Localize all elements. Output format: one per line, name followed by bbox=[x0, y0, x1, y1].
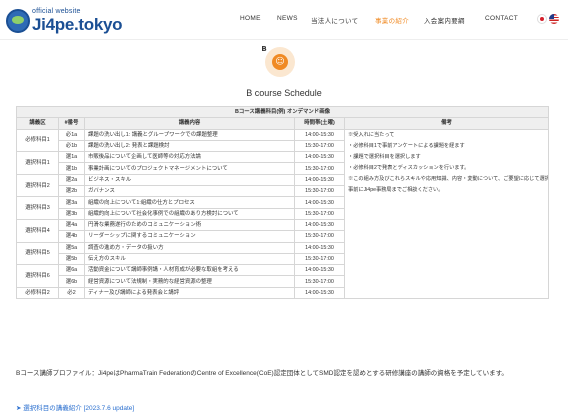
nav-membership[interactable]: 入会案内要綱 bbox=[424, 15, 465, 25]
row-number: 選1a bbox=[58, 151, 85, 164]
row-number: 選6a bbox=[58, 264, 85, 277]
table-row: 必修科目1 必1a 課題の洗い出し1: 講義とグループワークでの課題整理 14:00-… bbox=[16, 128, 550, 300]
header-content: 講義内容 bbox=[84, 117, 295, 130]
row-content: 課題の洗い出し2: 発表と課題検討 bbox=[84, 139, 295, 153]
row-group: 選択科目5 bbox=[16, 241, 59, 266]
row-group: 選択科目1 bbox=[16, 151, 59, 175]
row-time: 14:00-15:30 bbox=[294, 173, 345, 187]
update-link-label: 選択科目の講義紹介 [2023.7.6 update] bbox=[23, 405, 135, 412]
row-content: 組織的向上について社会化事例での組織のあり方検討について bbox=[84, 207, 295, 220]
row-time: 15:30-17:00 bbox=[294, 185, 345, 198]
row-number: 必1a bbox=[58, 128, 85, 141]
nav-news[interactable]: NEWS bbox=[277, 15, 298, 22]
schedule-table: Bコース講義科目(例) オンデマンド画像 講義区 #番号 講義内容 時間帯(土曜… bbox=[15, 105, 550, 300]
row-time: 14:00-15:30 bbox=[294, 196, 345, 209]
row-number: 選5b bbox=[58, 252, 85, 266]
row-content: リーダーシップに関するコミュニケーション bbox=[84, 230, 295, 243]
row-time: 14:00-15:30 bbox=[294, 151, 345, 164]
row-group: 必修科目2 bbox=[16, 286, 59, 300]
row-number: 選2b bbox=[58, 185, 85, 198]
logo-wordmark: Ji4pe.tokyo bbox=[32, 15, 123, 34]
update-link[interactable]: ➤ 選択科目の講義紹介 [2023.7.6 update] bbox=[16, 402, 134, 412]
row-number: 選1b bbox=[58, 162, 85, 175]
course-instructor-note: Bコース講師プロファイル：Ji4peはPharmaTrain Federatio… bbox=[16, 370, 508, 377]
page-title: B course Schedule bbox=[246, 88, 322, 98]
row-group: 選択科目2 bbox=[16, 173, 59, 198]
row-content: ガバナンス bbox=[84, 185, 295, 198]
nav-contact[interactable]: CONTACT bbox=[485, 15, 518, 22]
row-time: 14:00-15:30 bbox=[294, 241, 345, 254]
remark-line: ・必修科目1で事前アンケートによる課題を経ます bbox=[348, 142, 465, 149]
row-number: 必1b bbox=[58, 139, 85, 153]
nav-home[interactable]: HOME bbox=[240, 15, 261, 22]
header-time: 時間帯(土曜) bbox=[294, 117, 345, 130]
row-time: 14:00-15:30 bbox=[294, 286, 345, 300]
row-time: 15:30-17:00 bbox=[294, 207, 345, 220]
row-time: 14:00-15:30 bbox=[294, 128, 345, 141]
header-group: 講義区 bbox=[16, 117, 59, 130]
row-number: 選4a bbox=[58, 218, 85, 232]
row-content: 組織の向上について1:組織の仕方とプロセス bbox=[84, 196, 295, 209]
row-group: 選択科目3 bbox=[16, 196, 59, 220]
us-flag-icon[interactable] bbox=[549, 14, 559, 24]
row-time: 14:00-15:30 bbox=[294, 218, 345, 232]
header-number: #番号 bbox=[58, 117, 85, 130]
header-remarks: 備考 bbox=[343, 117, 550, 130]
row-time: 15:30-17:00 bbox=[294, 275, 345, 288]
table-caption: Bコース講義科目(例) オンデマンド画像 bbox=[15, 105, 550, 119]
row-time: 15:30-17:00 bbox=[294, 162, 345, 175]
row-content: 事業計画についてのプロジェクトマネージメントについて bbox=[84, 162, 295, 175]
row-time: 14:00-15:30 bbox=[294, 264, 345, 277]
row-time: 15:30-17:00 bbox=[294, 139, 345, 153]
row-number: 選3b bbox=[58, 207, 85, 220]
site-logo[interactable]: official website Ji4pe.tokyo bbox=[6, 8, 132, 34]
row-time: 15:30-17:00 bbox=[294, 230, 345, 243]
remark-line: ・必修科目2で発表とディスカッションを行います。 bbox=[348, 164, 470, 171]
row-content: 課題の洗い出し1: 講義とグループワークでの課題整理 bbox=[84, 128, 295, 141]
row-content: ビジネス・スキル bbox=[84, 173, 295, 187]
remark-line: ・課題で選択科目を選択します bbox=[348, 153, 421, 160]
row-number: 必2 bbox=[58, 286, 85, 300]
logo-tagline: official website bbox=[32, 8, 81, 15]
running-person-icon: ☺ bbox=[272, 54, 288, 70]
remarks-cell: ※受入れに当たって・必修科目1で事前アンケートによる課題を経ます ・課題で選択科目… bbox=[343, 128, 550, 300]
row-number: 選3a bbox=[58, 196, 85, 209]
row-content: 伝え方のスキル bbox=[84, 252, 295, 266]
nav-business[interactable]: 事業の紹介 bbox=[375, 15, 409, 25]
row-content: 円滑な業務遂行のためのコミュニケーション術 bbox=[84, 218, 295, 232]
remark-line: ※この組み方及びこれらスキルや応用知識、内容・変動について、ご要望に応じて選択科… bbox=[348, 175, 548, 182]
row-group: 必修科目1 bbox=[16, 128, 59, 153]
remark-line: 事前にJi4pe事務局までご相談ください。 bbox=[348, 186, 444, 193]
nav-about[interactable]: 当法人について bbox=[311, 15, 358, 25]
row-number: 選5a bbox=[58, 241, 85, 254]
site-header: official website Ji4pe.tokyo HOME NEWS 当… bbox=[0, 0, 568, 40]
row-number: 選2a bbox=[58, 173, 85, 187]
row-group: 選択科目4 bbox=[16, 218, 59, 243]
row-group: 選択科目6 bbox=[16, 264, 59, 288]
row-content: ディナー及び講師による発表会と講評 bbox=[84, 286, 295, 300]
globe-logo-icon bbox=[6, 9, 30, 33]
remark-line: ※受入れに当たって bbox=[348, 131, 395, 138]
row-number: 選4b bbox=[58, 230, 85, 243]
course-badge: ☺ bbox=[265, 47, 295, 77]
row-time: 15:30-17:00 bbox=[294, 252, 345, 266]
row-content: 調査の進め方・データの扱い方 bbox=[84, 241, 295, 254]
row-content: 経営資源について法規制・実務的な経営資源の整理 bbox=[84, 275, 295, 288]
row-number: 選6b bbox=[58, 275, 85, 288]
row-content: 活動資金について講師事例講・人材育成が必要な取組を考える bbox=[84, 264, 295, 277]
row-content: 市販後品について企画して医師等の対応方法論 bbox=[84, 151, 295, 164]
japanese-flag-icon[interactable] bbox=[537, 14, 547, 24]
